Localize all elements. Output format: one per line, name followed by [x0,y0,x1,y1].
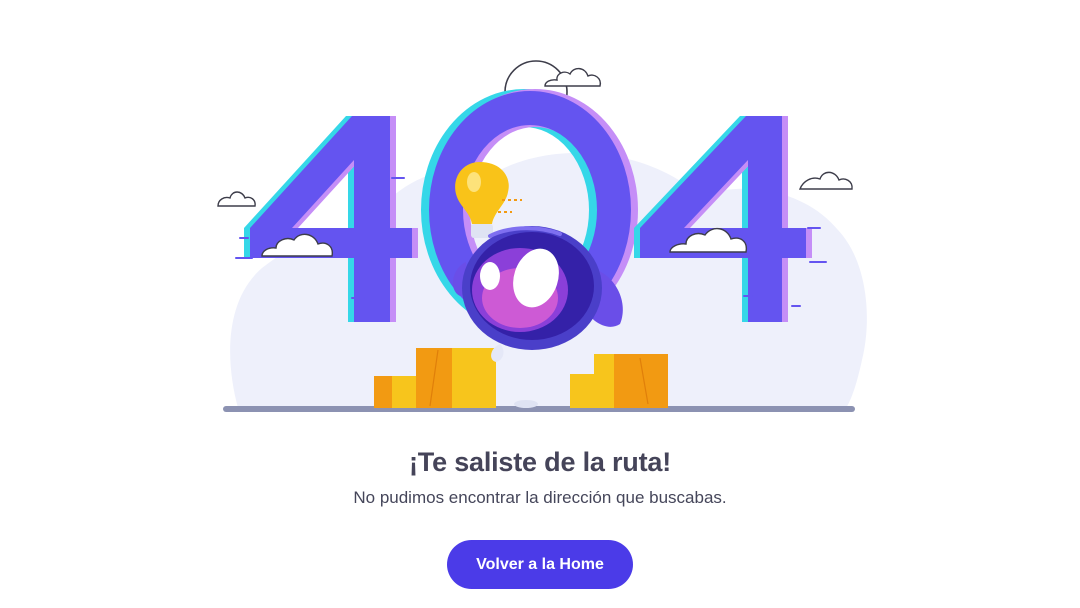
back-to-home-button[interactable]: Volver a la Home [447,540,633,589]
page-title: ¡Te saliste de la ruta! [409,447,671,477]
cloud-icon [217,191,256,207]
error-404-illustration [217,60,867,412]
cloud-icon [798,171,853,190]
error-page: ¡Te saliste de la ruta! No pudimos encon… [0,0,1080,608]
page-subtitle: No pudimos encontrar la dirección que bu… [353,488,727,507]
